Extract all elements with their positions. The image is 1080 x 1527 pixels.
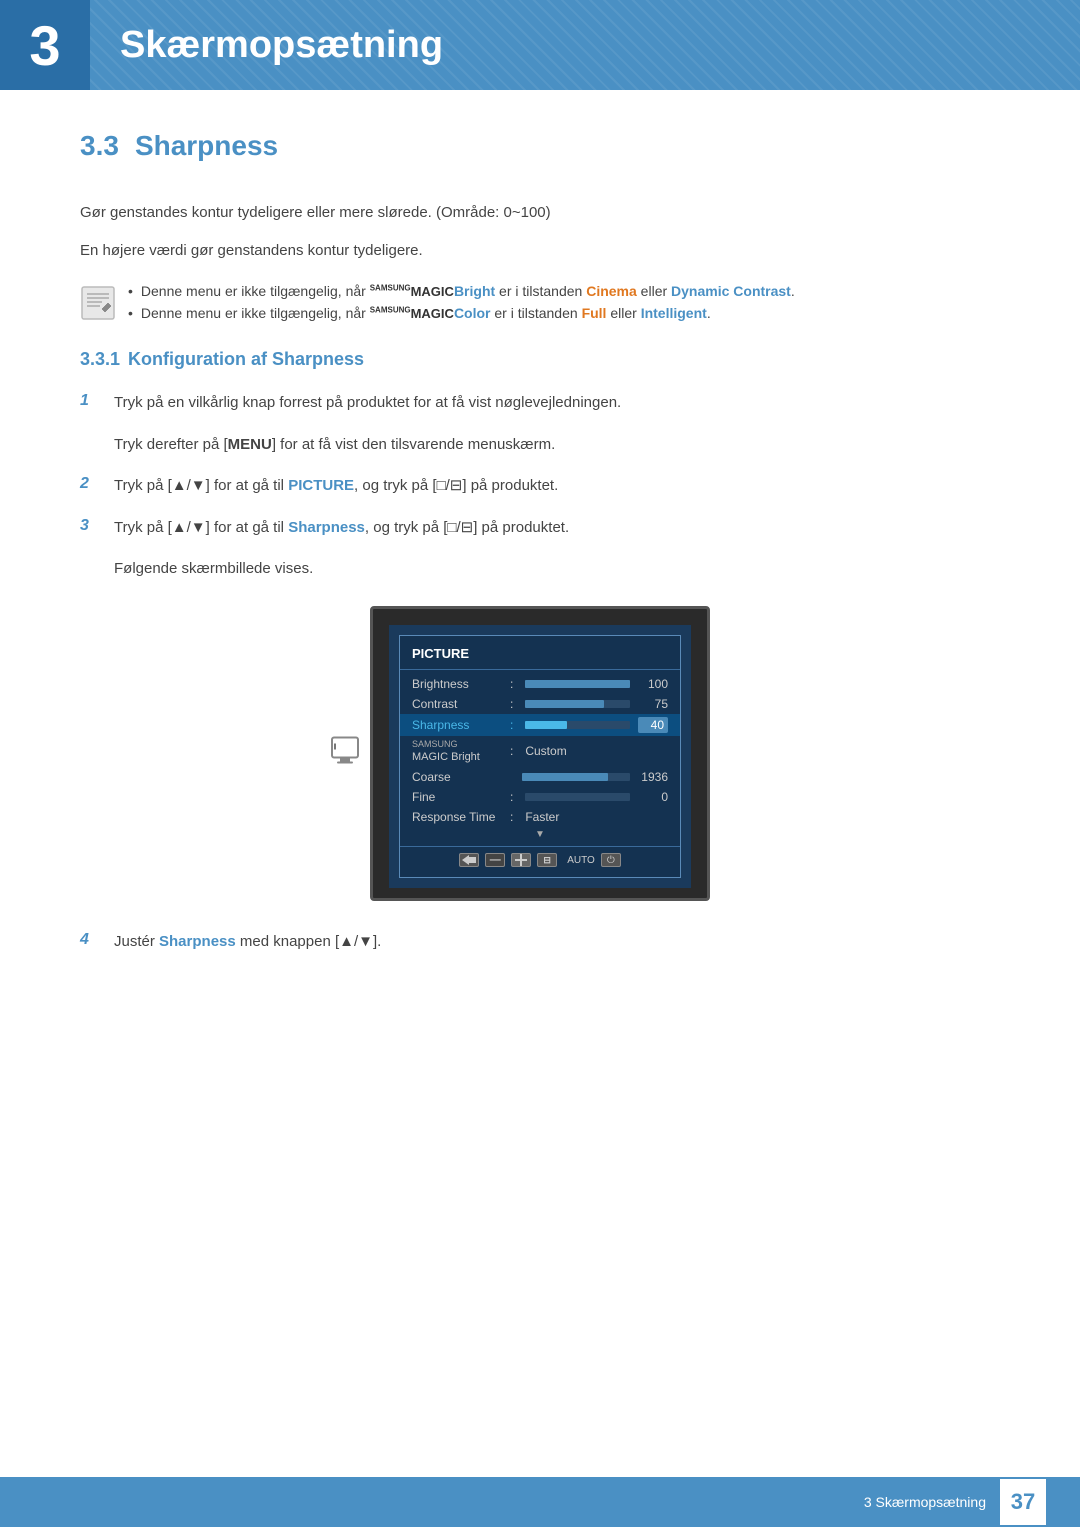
osd-contrast-row: Contrast : 75 — [400, 694, 680, 714]
osd-display: PICTURE Brightness : 100 — [389, 625, 691, 889]
monitor-frame: PICTURE Brightness : 100 — [370, 606, 710, 902]
osd-magic-bright-row: SAMSUNG MAGIC Bright : Custom — [400, 736, 680, 768]
note-line-1: Denne menu er ikke tilgængelig, når SAMS… — [128, 283, 795, 299]
osd-coarse-bar — [522, 773, 630, 781]
section-title: 3.3 Sharpness — [80, 130, 1000, 170]
osd-fine-row: Fine : 0 — [400, 787, 680, 807]
note-line-2: Denne menu er ikke tilgængelig, når SAMS… — [128, 305, 795, 321]
osd-brightness-label: Brightness — [412, 677, 502, 691]
osd-sharpness-row: Sharpness : 40 — [400, 714, 680, 736]
description-1: Gør genstandes kontur tydeligere eller m… — [80, 200, 1000, 226]
subsection-number: 3.3.1 — [80, 349, 120, 369]
osd-fine-value: 0 — [638, 790, 668, 804]
osd-magic-bright-label: SAMSUNG MAGIC Bright — [412, 739, 502, 765]
osd-brightness-row: Brightness : 100 — [400, 674, 680, 694]
osd-contrast-value: 75 — [638, 697, 668, 711]
footer-page-number: 37 — [1000, 1479, 1046, 1525]
step-3-sub: Følgende skærmbillede vises. — [114, 556, 1000, 582]
osd-contrast-bar — [525, 700, 630, 708]
description-2: En højere værdi gør genstandens kontur t… — [80, 238, 1000, 264]
osd-btn-back — [459, 853, 479, 867]
step-2-content: Tryk på [▲/▼] for at gå til PICTURE, og … — [114, 473, 1000, 499]
step-3-number: 3 — [80, 517, 100, 535]
step-3-content: Tryk på [▲/▼] for at gå til Sharpness, o… — [114, 515, 1000, 541]
osd-coarse-row: Coarse 1936 — [400, 767, 680, 787]
step-3: 3 Tryk på [▲/▼] for at gå til Sharpness,… — [80, 515, 1000, 541]
osd-sharpness-bar — [525, 721, 630, 729]
step-2: 2 Tryk på [▲/▼] for at gå til PICTURE, o… — [80, 473, 1000, 499]
osd-bottom-bar: — ⊟ AUTO — [400, 846, 680, 871]
footer-chapter-text: 3 Skærmopsætning — [864, 1494, 986, 1510]
osd-coarse-fill — [522, 773, 608, 781]
osd-sharpness-value: 40 — [638, 717, 668, 733]
osd-response-value: Faster — [525, 810, 559, 824]
osd-btn-plus — [511, 853, 531, 867]
chapter-number: 3 — [0, 0, 90, 90]
footer: 3 Skærmopsætning 37 — [0, 1477, 1080, 1527]
step-4-number: 4 — [80, 931, 100, 949]
osd-fine-bar — [525, 793, 630, 801]
osd-btn-minus: — — [485, 853, 505, 867]
osd-response-label: Response Time — [412, 810, 502, 824]
osd-contrast-fill — [525, 700, 603, 708]
step-1-number: 1 — [80, 392, 100, 410]
steps-list: 1 Tryk på en vilkårlig knap forrest på p… — [80, 390, 1000, 955]
monitor-icon — [330, 736, 360, 766]
osd-coarse-value: 1936 — [638, 770, 668, 784]
note-lines: Denne menu er ikke tilgængelig, når SAMS… — [128, 283, 795, 321]
step-1: 1 Tryk på en vilkårlig knap forrest på p… — [80, 390, 1000, 416]
osd-more-indicator: ▼ — [400, 827, 680, 842]
step-4: 4 Justér Sharpness med knappen [▲/▼]. — [80, 929, 1000, 955]
osd-coarse-label: Coarse — [412, 770, 502, 784]
osd-btn-power: ⏻ — [601, 853, 621, 867]
osd-btn-menu: ⊟ — [537, 853, 557, 867]
subsection-title: 3.3.1 Konfiguration af Sharpness — [80, 349, 1000, 370]
osd-controls: — ⊟ AUTO — [459, 853, 621, 867]
step-1-content: Tryk på en vilkårlig knap forrest på pro… — [114, 390, 1000, 416]
header-banner: 3 Skærmopsætning — [0, 0, 1080, 90]
osd-brightness-fill — [525, 680, 630, 688]
osd-brightness-value: 100 — [638, 677, 668, 691]
note-icon — [80, 285, 116, 321]
step-4-content: Justér Sharpness med knappen [▲/▼]. — [114, 929, 1000, 955]
osd-auto-label: AUTO — [567, 855, 595, 866]
osd-contrast-label: Contrast — [412, 697, 502, 711]
subsection-heading: Konfiguration af Sharpness — [128, 349, 364, 369]
section-number: 3.3 — [80, 130, 119, 161]
osd-response-row: Response Time : Faster — [400, 807, 680, 827]
osd-sharpness-label: Sharpness — [412, 718, 502, 732]
osd-magic-bright-value: Custom — [525, 744, 566, 758]
note-box: Denne menu er ikke tilgængelig, når SAMS… — [80, 283, 1000, 321]
osd-brightness-bar — [525, 680, 630, 688]
monitor-screenshot-container: PICTURE Brightness : 100 — [80, 606, 1000, 902]
header-title: Skærmopsætning — [90, 24, 443, 67]
main-content: 3.3 Sharpness Gør genstandes kontur tydel… — [0, 90, 1080, 1051]
osd-title: PICTURE — [400, 642, 680, 670]
step-1-sub: Tryk derefter på [MENU] for at få vist d… — [114, 432, 1000, 458]
section-heading: Sharpness — [135, 130, 278, 161]
step-2-number: 2 — [80, 475, 100, 493]
osd-menu: PICTURE Brightness : 100 — [399, 635, 681, 879]
osd-fine-label: Fine — [412, 790, 502, 804]
osd-sharpness-fill — [525, 721, 567, 729]
